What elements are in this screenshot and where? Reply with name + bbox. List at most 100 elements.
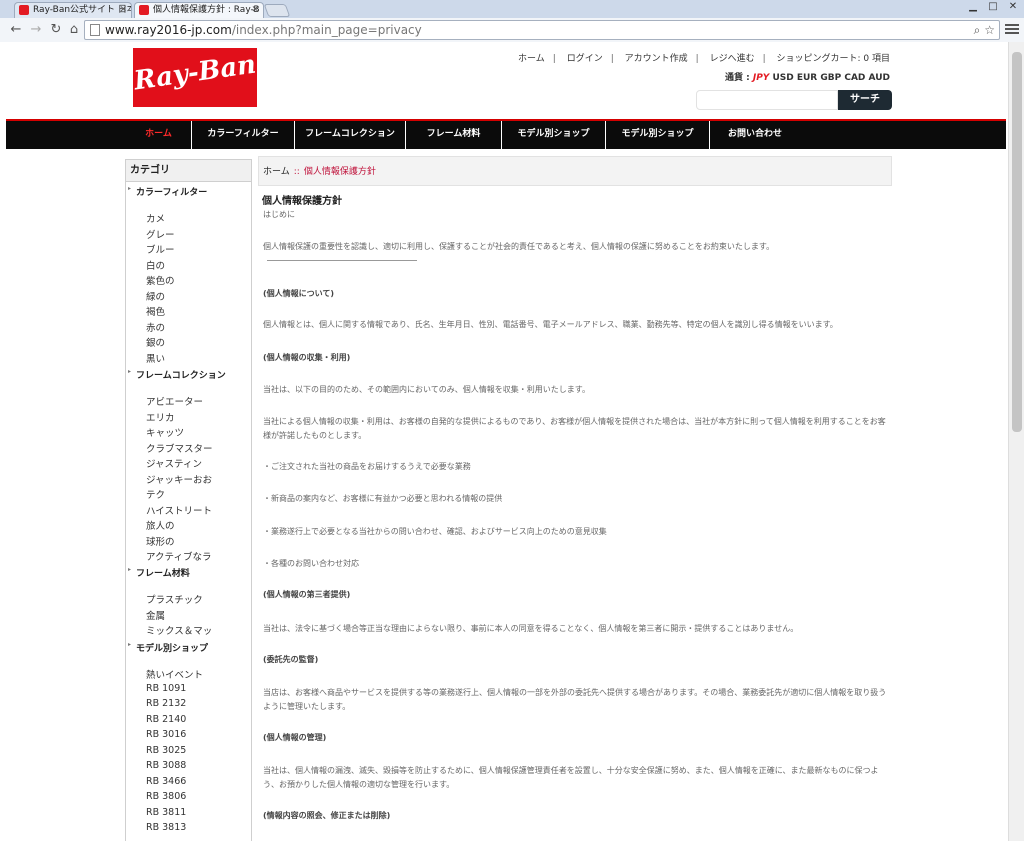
sidebar-item[interactable]: 旅人の — [146, 518, 175, 532]
sidebar-item[interactable]: RB 3466 — [146, 776, 186, 787]
sidebar-item[interactable]: キャッツ — [146, 425, 184, 439]
nav-cart-link[interactable]: ショッピングカート: 0 項目 — [777, 54, 890, 64]
sidebar-item[interactable]: 熱いイベント — [146, 667, 203, 681]
favicon-icon — [139, 5, 149, 15]
sidebar-item[interactable]: アビエーター — [146, 394, 203, 408]
close-tab-icon[interactable]: ✕ — [119, 3, 127, 17]
sidebar-item[interactable]: RB 2140 — [146, 714, 186, 725]
currency-others[interactable]: USD EUR GBP CAD AUD — [772, 73, 890, 83]
currency-jpy[interactable]: JPY — [753, 73, 769, 83]
sidebar-item[interactable]: RB 3806 — [146, 791, 186, 802]
forward-icon[interactable]: → — [28, 22, 44, 38]
intro-label: はじめに — [263, 210, 295, 219]
maximize-icon[interactable]: □ — [984, 0, 1002, 14]
sidebar-item[interactable]: 褐色 — [146, 304, 165, 318]
category-color-filter[interactable]: カラーフィルター — [126, 185, 207, 198]
sidebar-title: カテゴリ — [126, 160, 251, 182]
sidebar-item[interactable]: RB 3088 — [146, 760, 186, 771]
sidebar-item[interactable]: エリカ — [146, 410, 175, 424]
sidebar-item[interactable]: 黒い — [146, 351, 165, 365]
sidebar-item[interactable]: RB 2132 — [146, 698, 186, 709]
browser-tab-2[interactable]: 個人情報保護方針 : Ray-B ✕ — [134, 2, 264, 18]
sidebar-item[interactable]: 赤の — [146, 320, 165, 334]
sidebar-item[interactable]: グレー — [146, 227, 175, 241]
new-tab-button[interactable] — [263, 4, 291, 17]
sidebar-item[interactable]: ミックス＆マッ — [146, 623, 212, 637]
sidebar-item[interactable]: ジャスティン — [146, 456, 202, 470]
sidebar-item[interactable]: プラスチック — [146, 592, 203, 606]
browser-toolbar: ← → ↻ ⌂ www.ray2016-jp.com/index.php?mai… — [0, 18, 1024, 42]
tab-strip: Ray-Ban公式サイト 日本 ✕ 個人情報保護方針 : Ray-B ✕ ▁ □… — [0, 0, 1024, 18]
section-paragraph: 当社による個人情報の収集・利用は、お客様の自発的な提供によるものであり、お客様が… — [263, 417, 886, 440]
category-shop-by-model[interactable]: モデル別ショップ — [126, 641, 208, 654]
nav-login-link[interactable]: ログイン — [567, 54, 603, 64]
sidebar-item[interactable]: RB 3025 — [146, 745, 186, 756]
nav-home-link[interactable]: ホーム — [518, 54, 545, 64]
rayban-logo[interactable]: Ray-Ban — [132, 48, 258, 107]
sidebar-item[interactable]: RB 3811 — [146, 807, 186, 818]
sidebar-item[interactable]: 銀の — [146, 335, 165, 349]
scrollbar-thumb[interactable] — [1012, 52, 1022, 432]
section-heading: (個人情報の管理) — [263, 733, 327, 742]
back-icon[interactable]: ← — [8, 22, 24, 38]
sidebar-item[interactable]: RB 3813 — [146, 822, 186, 833]
nav-checkout-link[interactable]: レジへ進む — [710, 54, 755, 64]
reload-icon[interactable]: ↻ — [48, 22, 64, 38]
breadcrumb-current: 個人情報保護方針 — [303, 167, 376, 177]
sidebar-item[interactable]: ジャッキーおお — [146, 472, 212, 486]
intro-paragraph: 個人情報保護の重要性を認識し、適切に利用し、保護することが社会的責任であると考え… — [263, 240, 888, 268]
mainnav-contact[interactable]: お問い合わせ — [710, 121, 800, 149]
browser-tab-1[interactable]: Ray-Ban公式サイト 日本 ✕ — [14, 2, 132, 18]
main-navigation: ホーム カラーフィルター フレームコレクション フレーム材料 モデル別ショップ … — [6, 119, 1006, 149]
bullet-item: ・業務遂行上で必要となる当社からの問い合わせ、確認、およびサービス向上のための意… — [263, 527, 607, 536]
nav-create-account-link[interactable]: アカウント作成 — [625, 54, 688, 64]
breadcrumb: ホーム:: 個人情報保護方針 — [258, 156, 892, 186]
mainnav-home[interactable]: ホーム — [126, 121, 192, 149]
sidebar-item[interactable]: ブルー — [146, 242, 175, 256]
address-bar[interactable]: www.ray2016-jp.com/index.php?main_page=p… — [84, 20, 1000, 40]
sidebar-item[interactable]: 球形の — [146, 534, 175, 548]
breadcrumb-home[interactable]: ホーム — [263, 167, 290, 177]
page-title: 個人情報保護方針 — [262, 196, 342, 207]
bullet-item: ・各種のお問い合わせ対応 — [263, 559, 359, 568]
sidebar-item[interactable]: 緑の — [146, 289, 165, 303]
sidebar-item[interactable]: アクティブなラ — [146, 549, 211, 563]
section-heading: (委託先の監督) — [263, 655, 319, 664]
mainnav-frame-material[interactable]: フレーム材料 — [406, 121, 502, 149]
web-page: Ray-Ban ホーム | ログイン | アカウント作成 | レジへ進む | ショッピン… — [6, 42, 1006, 841]
close-window-icon[interactable]: ✕ — [1004, 0, 1022, 14]
mainnav-color-filter[interactable]: カラーフィルター — [192, 121, 295, 149]
zoom-icon[interactable]: ⌕ — [974, 23, 981, 37]
home-icon[interactable]: ⌂ — [66, 22, 82, 38]
sidebar-item[interactable]: 金属 — [146, 608, 165, 622]
close-tab-icon[interactable]: ✕ — [251, 3, 259, 17]
category-frame-collection[interactable]: フレームコレクション — [126, 368, 226, 381]
page-scrollbar[interactable] — [1008, 42, 1024, 841]
search-button[interactable]: サーチ — [838, 90, 892, 110]
bullet-item: ・ご注文された当社の商品をお届けするうえで必要な業務 — [263, 462, 471, 471]
sidebar-item[interactable]: RB 3016 — [146, 729, 186, 740]
section-paragraph: 個人情報とは、個人に関する情報であり、氏名、生年月日、性別、電話番号、電子メール… — [263, 320, 838, 329]
minimize-icon[interactable]: ▁ — [964, 0, 982, 14]
currency-label: 通貨 : — [724, 73, 750, 83]
category-frame-material[interactable]: フレーム材料 — [126, 566, 190, 579]
section-paragraph: 当社は、法令に基づく場合等正当な理由によらない限り、事前に本人の同意を得ることな… — [263, 624, 799, 633]
sidebar-item[interactable]: 白の — [146, 258, 165, 272]
sidebar-item[interactable]: カメ — [146, 211, 165, 225]
url-host: www.ray2016-jp.com — [105, 23, 232, 37]
sidebar-item[interactable]: RB 1091 — [146, 683, 186, 694]
mainnav-frame-collection[interactable]: フレームコレクション — [295, 121, 406, 149]
section-heading: (個人情報の第三者提供) — [263, 590, 351, 599]
sidebar-item[interactable]: テク — [146, 487, 165, 501]
search-input[interactable] — [696, 90, 838, 110]
section-heading: (情報内容の照会、修正または削除) — [263, 811, 391, 820]
page-icon — [90, 24, 100, 36]
mainnav-shop-by-model-2[interactable]: モデル別ショップ — [606, 121, 710, 149]
bookmark-star-icon[interactable]: ☆ — [984, 23, 995, 37]
sidebar-item[interactable]: ハイストリート — [146, 503, 212, 517]
tab-title: Ray-Ban公式サイト 日本 — [33, 5, 132, 15]
mainnav-shop-by-model[interactable]: モデル別ショップ — [502, 121, 606, 149]
sidebar-item[interactable]: 紫色の — [146, 273, 175, 287]
browser-menu-icon[interactable] — [1005, 22, 1019, 36]
sidebar-item[interactable]: クラブマスター — [146, 441, 213, 455]
